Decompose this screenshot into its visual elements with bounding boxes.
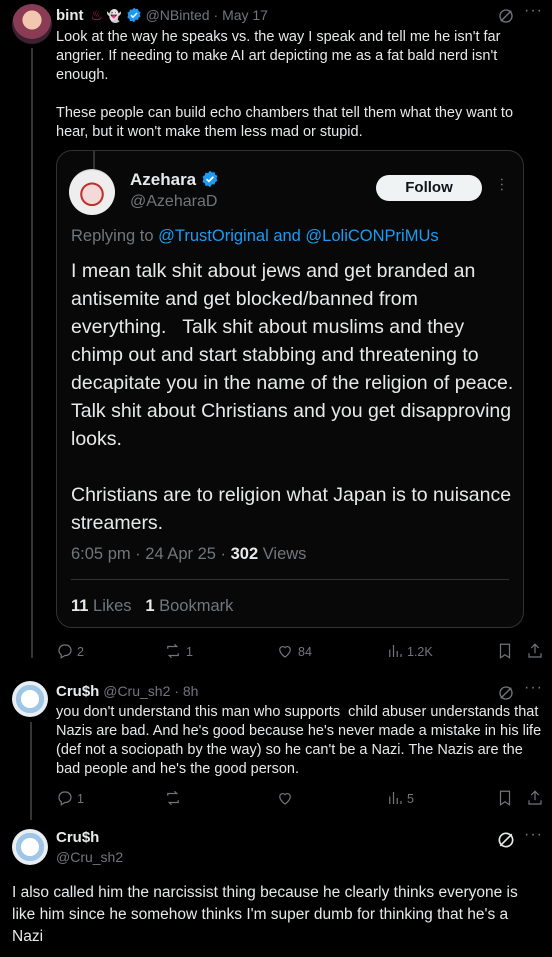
repost-icon	[167, 790, 179, 806]
repost-button[interactable]	[164, 789, 182, 812]
quoted-author-handle[interactable]: @AzeharaD	[130, 193, 217, 211]
views-icon	[389, 645, 402, 657]
like-button[interactable]	[276, 789, 294, 812]
more-options-icon[interactable]: ···	[494, 177, 511, 192]
grok-icon[interactable]	[496, 830, 516, 850]
ghost-icon: 👻	[106, 9, 122, 23]
more-options-icon[interactable]: ···	[524, 826, 543, 844]
verified-badge-icon	[127, 7, 141, 23]
divider	[71, 579, 509, 580]
replying-to-prefix: Replying to	[71, 227, 154, 245]
author-name[interactable]: bint	[56, 7, 84, 24]
share-icon[interactable]	[526, 789, 544, 807]
avatar[interactable]	[12, 681, 48, 717]
bookmark-icon[interactable]	[496, 789, 514, 807]
author-handle[interactable]: @Cru_sh2	[56, 849, 123, 865]
like-button[interactable]: 84	[276, 642, 312, 665]
bookmark-icon[interactable]	[496, 642, 514, 660]
quoted-bookmarks-stat[interactable]: 1 Bookmark	[145, 597, 233, 615]
reply-button[interactable]: 2	[56, 642, 84, 665]
reply-button[interactable]: 1	[56, 789, 84, 812]
grok-icon[interactable]	[497, 684, 515, 702]
share-icon[interactable]	[526, 642, 544, 660]
quoted-avatar[interactable]	[69, 169, 115, 215]
avatar[interactable]	[12, 4, 52, 44]
more-options-icon[interactable]: ···	[524, 2, 543, 20]
quoted-likes-stat[interactable]: 11 Likes	[71, 597, 132, 615]
heart-icon	[279, 793, 291, 805]
quoted-views-label: Views	[258, 545, 307, 563]
avatar[interactable]	[12, 829, 48, 865]
thread-line	[31, 48, 33, 658]
follow-button[interactable]: Follow	[376, 175, 482, 201]
quoted-views-count: 302	[230, 545, 259, 563]
quoted-author-name[interactable]: Azehara	[130, 170, 196, 189]
author-handle[interactable]: @NBinted	[146, 7, 210, 23]
author-name[interactable]: Cru$h	[56, 683, 99, 700]
quoted-tweet[interactable]: Azehara @AzeharaD Follow ··· Replying to…	[56, 150, 524, 628]
reply-icon	[58, 644, 72, 659]
tweet-text: I also called him the narcissist thing b…	[12, 884, 518, 945]
grok-icon[interactable]	[497, 7, 515, 25]
views-button[interactable]: 5	[386, 789, 414, 812]
author-name[interactable]: Cru$h	[56, 829, 99, 846]
more-options-icon[interactable]: ···	[524, 679, 543, 697]
heart-icon	[279, 646, 291, 658]
quoted-tweet-text: I mean talk shit about jews and get bran…	[71, 260, 514, 534]
replying-to-link[interactable]: @TrustOriginal and @LoliCONPriMUs	[158, 227, 438, 245]
views-button[interactable]: 1.2K	[386, 642, 433, 665]
tweet-text: Look at the way he speaks vs. the way I …	[56, 29, 514, 140]
tweet-age[interactable]: 8h	[183, 683, 199, 699]
hot-springs-icon: ♨	[90, 7, 103, 23]
thread-line	[30, 722, 32, 820]
views-icon	[389, 792, 402, 804]
repost-button[interactable]: 1	[164, 642, 193, 665]
tweet-date[interactable]: May 17	[222, 7, 268, 23]
author-handle[interactable]: @Cru_sh2	[103, 683, 170, 699]
repost-icon	[167, 643, 179, 659]
verified-badge-icon	[202, 170, 218, 188]
reply-icon	[58, 791, 72, 806]
quote-connector-line	[93, 151, 95, 169]
quoted-timestamp[interactable]: 6:05 pm · 24 Apr 25 ·	[71, 545, 231, 563]
tweet-text: you don't understand this man who suppor…	[56, 704, 546, 777]
